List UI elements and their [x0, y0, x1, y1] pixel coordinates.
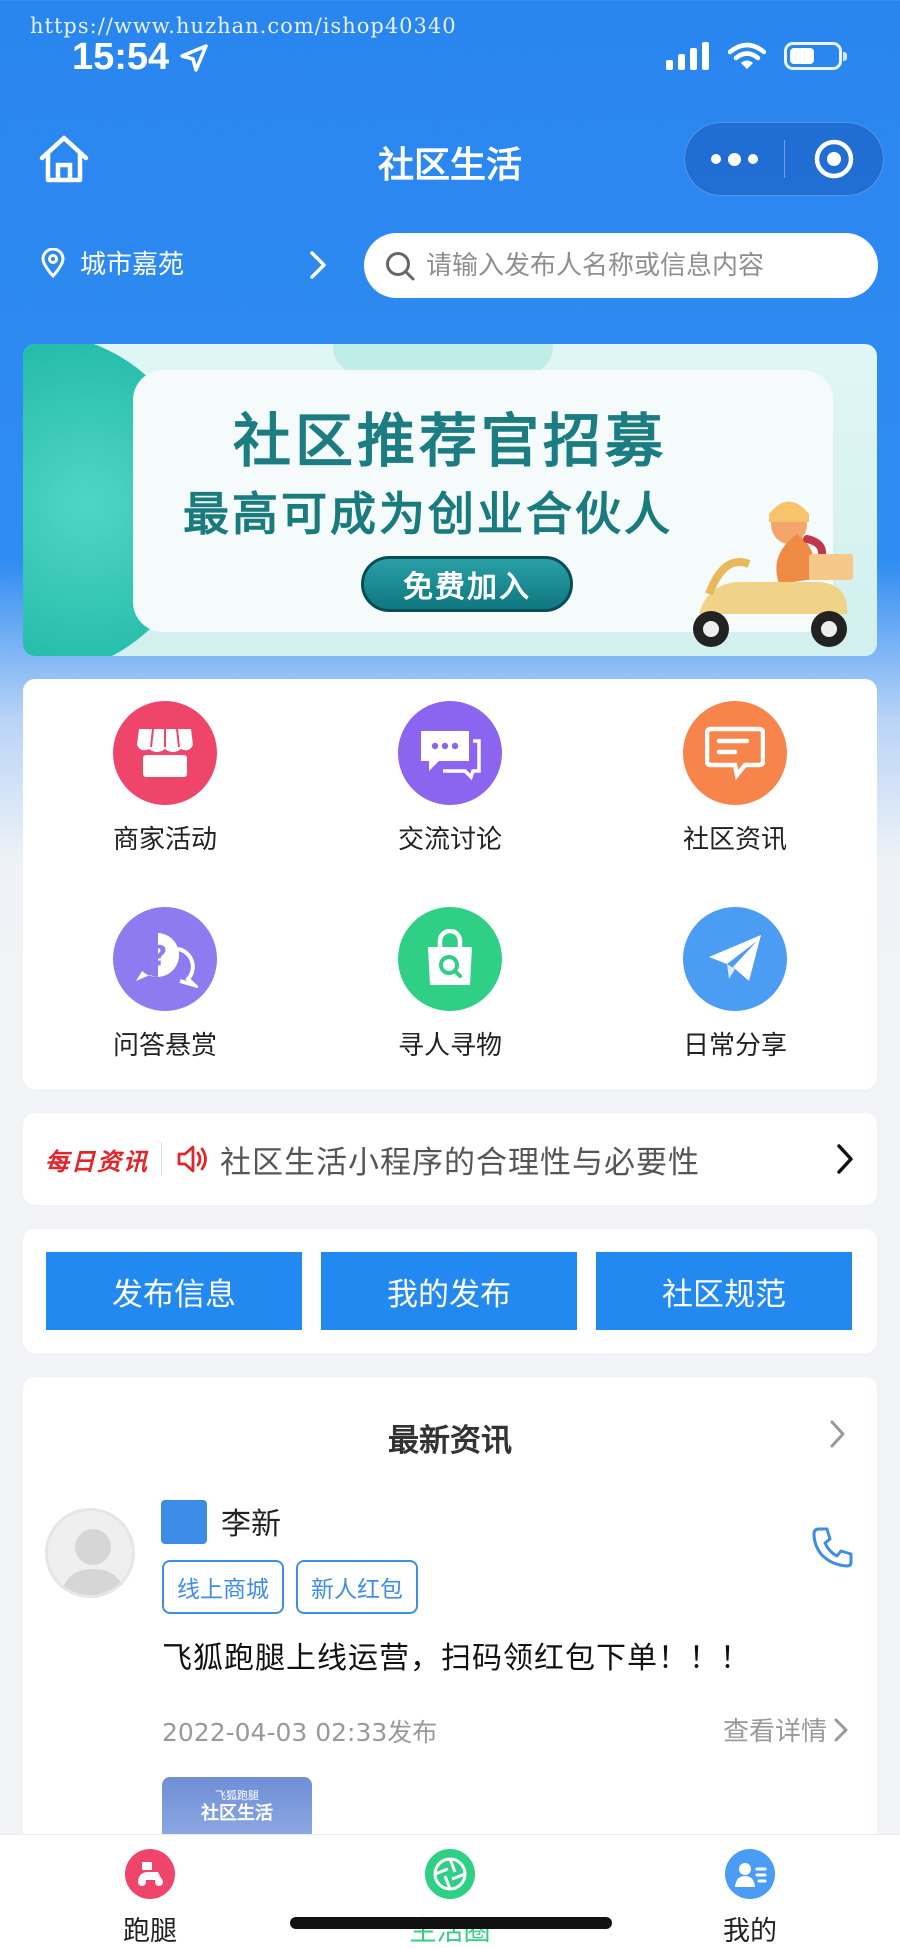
view-details-link[interactable]: 查看详情	[723, 1711, 849, 1748]
home-icon	[39, 135, 89, 183]
watermark-text: https://www.huzhan.com/ishop40340	[30, 14, 457, 38]
avatar[interactable]	[45, 1508, 135, 1598]
more-button[interactable]	[685, 122, 784, 196]
chevron-right-icon[interactable]	[308, 250, 328, 280]
community-rules-button[interactable]: 社区规范	[596, 1252, 852, 1330]
home-indicator[interactable]	[290, 1917, 612, 1929]
tab-errand[interactable]: 跑腿	[70, 1849, 230, 1948]
search-icon	[386, 251, 415, 280]
category-discussion[interactable]: 交流讨论	[350, 701, 550, 856]
user-card-icon	[725, 1849, 775, 1899]
chevron-right-icon[interactable]	[829, 1419, 847, 1449]
location-arrow-icon	[180, 43, 208, 72]
question-icon: ?	[113, 907, 217, 1011]
tab-label: 跑腿	[123, 1916, 177, 1947]
tab-label: 我的	[723, 1916, 777, 1947]
author-name[interactable]: 李新	[221, 1499, 281, 1543]
phone-icon[interactable]	[811, 1525, 855, 1569]
my-posts-button[interactable]: 我的发布	[321, 1252, 577, 1330]
close-mini-program-button[interactable]	[785, 122, 883, 196]
ticker-tag: 每日资讯	[45, 1146, 149, 1176]
chat-icon	[398, 701, 502, 805]
banner-title: 社区推荐官招募	[232, 407, 667, 475]
category-label: 商家活动	[112, 825, 217, 855]
user-level-badge	[161, 1500, 207, 1544]
category-lost-found[interactable]: 寻人寻物	[350, 907, 550, 1062]
mini-program-capsule	[684, 122, 884, 196]
action-buttons: 发布信息 我的发布 社区规范	[23, 1229, 877, 1353]
battery-icon	[784, 42, 847, 70]
default-avatar-icon	[60, 1529, 126, 1595]
speaker-icon	[177, 1145, 207, 1173]
thumbnail-title: 社区生活	[201, 1803, 273, 1824]
target-icon	[814, 139, 854, 179]
message-icon	[683, 701, 787, 805]
view-details-label: 查看详情	[722, 1717, 827, 1747]
nav-bar: 社区生活	[0, 118, 900, 200]
paper-plane-icon	[683, 907, 787, 1011]
status-indicators	[666, 42, 847, 70]
chevron-right-icon	[834, 1718, 848, 1741]
promo-banner[interactable]: 社区推荐官招募 最高可成为创业合伙人 免费加入	[23, 344, 877, 656]
post-content[interactable]: 飞狐跑腿上线运营，扫码领红包下单！！！	[162, 1633, 751, 1677]
category-label: 寻人寻物	[397, 1031, 502, 1061]
publish-info-button[interactable]: 发布信息	[46, 1252, 302, 1330]
category-daily-share[interactable]: 日常分享	[635, 907, 835, 1062]
location-label: 城市嘉苑	[80, 250, 185, 280]
category-community-news[interactable]: 社区资讯	[635, 701, 835, 856]
search-bar[interactable]	[364, 233, 878, 298]
category-grid: 商家活动 交流讨论 社区资讯 ? 问答悬赏 寻人寻物 日常分享	[23, 679, 877, 1089]
section-title: 最新资讯	[388, 1423, 512, 1459]
map-pin-icon	[41, 247, 65, 278]
cellular-signal-icon	[666, 42, 709, 70]
ticker-divider	[161, 1142, 162, 1176]
category-merchant-activity[interactable]: 商家活动	[65, 701, 265, 856]
category-label: 社区资讯	[682, 825, 787, 855]
wifi-icon	[728, 42, 766, 69]
scooter-rider-illustration	[693, 501, 853, 647]
daily-news-ticker[interactable]: 每日资讯 社区生活小程序的合理性与必要性	[23, 1113, 877, 1205]
home-button[interactable]	[36, 132, 92, 186]
status-time: 15:54	[72, 36, 209, 79]
category-label: 日常分享	[682, 1031, 787, 1061]
join-free-button[interactable]: 免费加入	[361, 556, 573, 612]
scooter-icon	[125, 1849, 175, 1899]
ticker-headline[interactable]: 社区生活小程序的合理性与必要性	[220, 1137, 700, 1182]
post-tag[interactable]: 线上商城	[162, 1560, 284, 1614]
svg-text:?: ?	[151, 939, 167, 972]
bag-search-icon	[398, 907, 502, 1011]
shop-icon	[113, 701, 217, 805]
tab-me[interactable]: 我的	[670, 1849, 830, 1948]
search-input[interactable]	[426, 250, 846, 281]
aperture-icon	[425, 1849, 475, 1899]
post-date: 2022-04-03 02:33发布	[162, 1718, 438, 1747]
category-label: 交流讨论	[397, 825, 502, 855]
category-label: 问答悬赏	[112, 1031, 217, 1061]
tab-life-circle[interactable]: 生活圈	[370, 1849, 530, 1948]
clock-text: 15:54	[72, 36, 170, 78]
category-qa-bounty[interactable]: ? 问答悬赏	[65, 907, 265, 1062]
banner-subtitle: 最高可成为创业合伙人	[183, 487, 673, 541]
bottom-tab-bar: 跑腿 生活圈 我的	[0, 1834, 900, 1948]
location-selector[interactable]: 城市嘉苑	[40, 244, 184, 281]
chevron-right-icon[interactable]	[835, 1143, 855, 1175]
post-tag[interactable]: 新人红包	[296, 1560, 418, 1614]
